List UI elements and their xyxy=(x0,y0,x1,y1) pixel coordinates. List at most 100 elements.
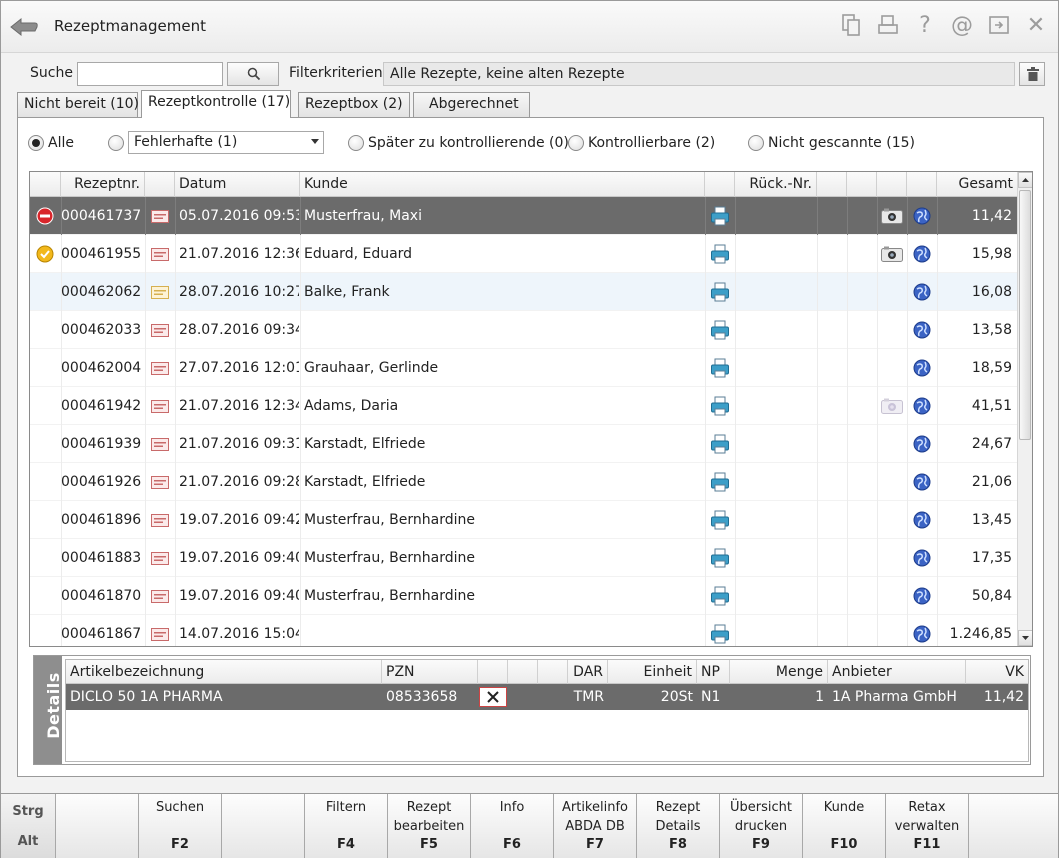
table-row[interactable]: 000461926 21.07.2016 09:28 Karstadt, Elfri… xyxy=(30,463,1017,501)
header-globe[interactable] xyxy=(907,172,937,197)
header-col-y[interactable] xyxy=(508,660,538,684)
f5-rezept-bearbeiten-button[interactable]: Rezept bearbeiten F5 xyxy=(388,794,471,858)
globe-icon[interactable] xyxy=(913,387,933,425)
printer-icon[interactable] xyxy=(710,197,732,235)
radio-dot[interactable] xyxy=(568,135,584,151)
table-row[interactable]: 000462004 27.07.2016 12:01 Grauhaar, Gerli… xyxy=(30,349,1017,387)
globe-icon[interactable] xyxy=(913,501,933,539)
filter-criteria-field[interactable]: Alle Rezepte, keine alten Rezepte xyxy=(383,62,1015,86)
header-col-a[interactable] xyxy=(817,172,847,197)
radio-spaeter[interactable]: Später zu kontrollierende (0) xyxy=(348,135,569,151)
print-icon[interactable] xyxy=(876,13,900,39)
radio-nicht-gescannte[interactable]: Nicht gescannte (15) xyxy=(748,135,915,151)
header-col-z[interactable] xyxy=(538,660,568,684)
f10-kunde-button[interactable]: Kunde F10 xyxy=(803,794,886,858)
remove-icon[interactable] xyxy=(479,687,507,707)
globe-icon[interactable] xyxy=(913,311,933,349)
clear-filter-button[interactable] xyxy=(1019,62,1045,86)
globe-icon[interactable] xyxy=(913,615,933,646)
header-einheit[interactable]: Einheit xyxy=(608,660,697,684)
details-side-label[interactable]: Details xyxy=(34,656,63,764)
printer-icon[interactable] xyxy=(710,311,732,349)
at-icon[interactable]: @ xyxy=(950,13,974,39)
globe-icon[interactable] xyxy=(913,577,933,615)
radio-dot[interactable] xyxy=(348,135,364,151)
header-print[interactable] xyxy=(705,172,735,197)
globe-icon[interactable] xyxy=(913,349,933,387)
radio-dot[interactable] xyxy=(748,135,764,151)
table-row[interactable]: 000462062 28.07.2016 10:27 Balke, Frank 16,… xyxy=(30,273,1017,311)
help-icon[interactable]: ? xyxy=(913,13,937,39)
f1-button[interactable] xyxy=(56,794,139,858)
globe-icon[interactable] xyxy=(913,463,933,501)
copy-icon[interactable] xyxy=(839,13,863,39)
header-status[interactable] xyxy=(30,172,61,197)
printer-icon[interactable] xyxy=(710,425,732,463)
table-row[interactable]: 000461955 21.07.2016 12:36 Eduard, Eduard 1… xyxy=(30,235,1017,273)
printer-icon[interactable] xyxy=(710,577,732,615)
window-switch-icon[interactable] xyxy=(987,13,1011,39)
header-datum[interactable]: Datum xyxy=(175,172,300,197)
header-anbieter[interactable]: Anbieter xyxy=(828,660,966,684)
table-row[interactable]: 000462033 28.07.2016 09:34 13,58 xyxy=(30,311,1017,349)
printer-icon[interactable] xyxy=(710,501,732,539)
tab-rezeptkontrolle[interactable]: Rezeptkontrolle (17) xyxy=(141,90,291,118)
f12-button[interactable] xyxy=(969,794,1058,858)
table-row[interactable]: 000461883 19.07.2016 09:40 Musterfrau, Ber… xyxy=(30,539,1017,577)
scroll-up-button[interactable] xyxy=(1018,172,1032,188)
tab-nicht-bereit[interactable]: Nicht bereit (10) xyxy=(17,92,139,117)
f9-uebersicht-drucken-button[interactable]: Übersicht drucken F9 xyxy=(720,794,803,858)
globe-icon[interactable] xyxy=(913,235,933,273)
header-col-b[interactable] xyxy=(847,172,877,197)
radio-alle[interactable]: Alle xyxy=(28,135,74,151)
radio-dot[interactable] xyxy=(28,135,44,151)
table-row[interactable]: 000461942 21.07.2016 12:34 Adams, Daria 41,… xyxy=(30,387,1017,425)
radio-dot[interactable] xyxy=(108,135,124,151)
details-table[interactable]: Artikelbezeichnung PZN DAR Einheit NP Me… xyxy=(65,659,1029,762)
f8-rezept-details-button[interactable]: Rezept Details F8 xyxy=(637,794,720,858)
printer-icon[interactable] xyxy=(710,615,732,646)
close-icon[interactable]: ✕ xyxy=(1024,13,1048,39)
header-np[interactable]: NP xyxy=(697,660,730,684)
details-row[interactable]: DICLO 50 1A PHARMA 08533658 TMR 20St N1 … xyxy=(66,684,1028,710)
header-vk[interactable]: VK xyxy=(966,660,1028,684)
search-input[interactable] xyxy=(77,62,223,86)
globe-icon[interactable] xyxy=(913,197,933,235)
header-gesamt[interactable]: Gesamt xyxy=(937,172,1017,197)
table-row[interactable]: 000461867 14.07.2016 15:04 1.246,85 xyxy=(30,615,1017,646)
table-row[interactable]: 000461737 05.07.2016 09:53 Musterfrau, Max… xyxy=(30,197,1017,235)
globe-icon[interactable] xyxy=(913,539,933,577)
camera-icon[interactable] xyxy=(881,235,907,273)
printer-icon[interactable] xyxy=(710,539,732,577)
header-dar[interactable]: DAR xyxy=(568,660,608,684)
header-artikel[interactable]: Artikelbezeichnung xyxy=(66,660,382,684)
printer-icon[interactable] xyxy=(710,387,732,425)
printer-icon[interactable] xyxy=(710,235,732,273)
f2-suchen-button[interactable]: Suchen F2 xyxy=(139,794,222,858)
scroll-down-button[interactable] xyxy=(1018,630,1032,646)
scroll-thumb[interactable] xyxy=(1019,190,1031,440)
header-rezeptnr[interactable]: Rezeptnr. xyxy=(61,172,145,197)
f7-artikelinfo-button[interactable]: Artikelinfo ABDA DB F7 xyxy=(554,794,637,858)
header-card[interactable] xyxy=(145,172,175,197)
f3-button[interactable] xyxy=(222,794,305,858)
modifier-key[interactable]: Strg Alt xyxy=(1,794,56,858)
f6-info-button[interactable]: Info F6 xyxy=(471,794,554,858)
radio-fehlerhafte[interactable] xyxy=(108,135,124,151)
header-col-x[interactable] xyxy=(478,660,508,684)
radio-kontrollierbare[interactable]: Kontrollierbare (2) xyxy=(568,135,715,151)
printer-icon[interactable] xyxy=(710,349,732,387)
chevron-down-icon[interactable] xyxy=(311,139,319,144)
header-camera[interactable] xyxy=(877,172,907,197)
table-row[interactable]: 000461939 21.07.2016 09:31 Karstadt, Elfri… xyxy=(30,425,1017,463)
table-scrollbar[interactable] xyxy=(1017,172,1032,646)
f4-filtern-button[interactable]: Filtern F4 xyxy=(305,794,388,858)
globe-icon[interactable] xyxy=(913,273,933,311)
rezept-table[interactable]: Rezeptnr. Datum Kunde Rück.-Nr. Gesamt 0… xyxy=(29,171,1033,647)
printer-icon[interactable] xyxy=(710,273,732,311)
table-row[interactable]: 000461896 19.07.2016 09:42 Musterfrau, Ber… xyxy=(30,501,1017,539)
back-arrow-icon[interactable] xyxy=(9,13,39,39)
search-button[interactable] xyxy=(227,62,279,86)
header-pzn[interactable]: PZN xyxy=(382,660,478,684)
f11-retax-verwalten-button[interactable]: Retax verwalten F11 xyxy=(886,794,969,858)
